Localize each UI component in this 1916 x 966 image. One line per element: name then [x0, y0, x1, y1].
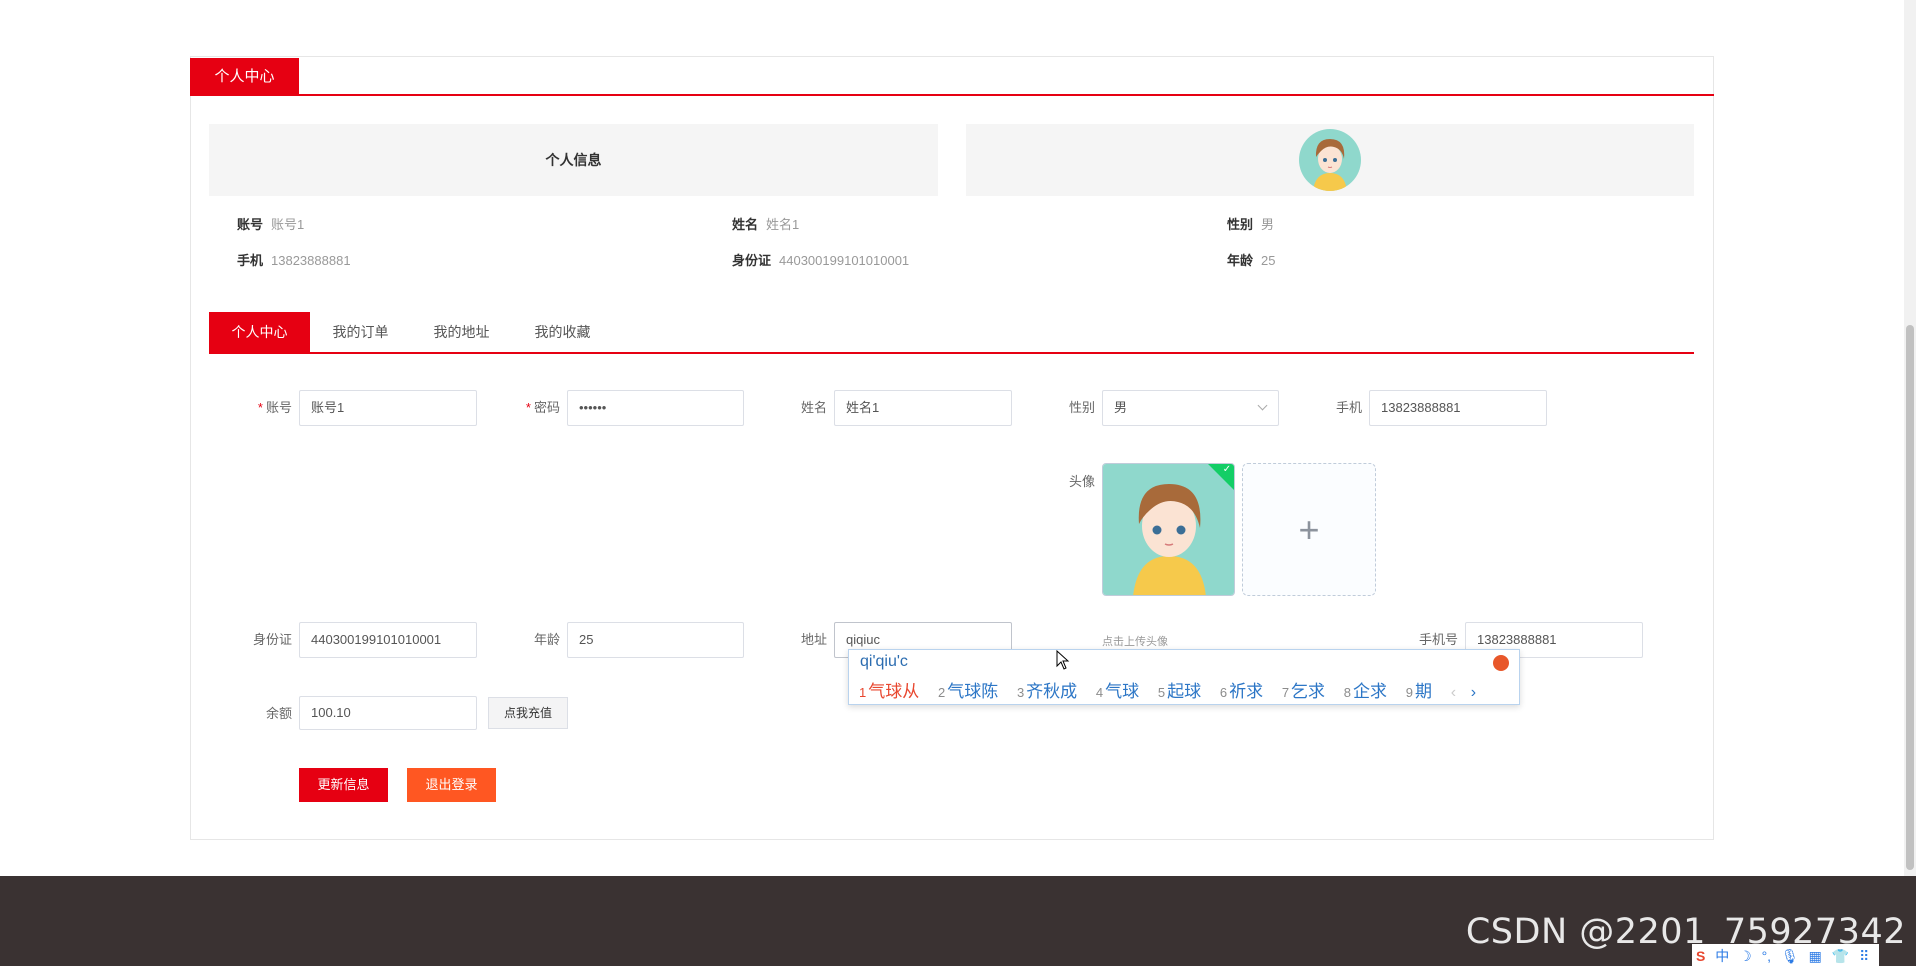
ime-next-page-icon[interactable]: ›	[1471, 684, 1476, 701]
toolbox-icon[interactable]: ⠿	[1859, 948, 1869, 964]
info-age: 年龄 25	[1227, 250, 1275, 269]
panel-title: 个人中心	[190, 58, 299, 96]
gender-select-value: 男	[1114, 400, 1128, 415]
info-account: 账号 账号1	[237, 214, 304, 233]
info-phone: 手机 13823888881	[237, 250, 351, 269]
recharge-button[interactable]: 点我充值	[488, 697, 568, 729]
info-value: 25	[1261, 253, 1276, 268]
personal-info-title: 个人信息	[545, 152, 602, 168]
tab-user-center[interactable]: 个人中心	[209, 312, 310, 352]
mouse-cursor-icon	[1056, 649, 1070, 673]
microphone-icon[interactable]: 🎙	[1781, 948, 1799, 964]
age-input[interactable]: 25	[567, 622, 744, 658]
tab-my-orders[interactable]: 我的订单	[310, 312, 411, 352]
ime-candidate[interactable]: 6 祈求	[1220, 682, 1263, 701]
info-gender: 性别男	[1227, 214, 1274, 233]
ime-candidate[interactable]: 1 气球从	[859, 682, 919, 701]
info-value: 账号1	[271, 217, 305, 232]
personal-info-box: 个人信息	[209, 124, 938, 196]
skin-icon[interactable]: 👕	[1832, 948, 1849, 964]
avatar-upload-preview[interactable]: ✓	[1102, 463, 1235, 596]
tabs-underline	[209, 352, 1694, 354]
info-value: 男	[1261, 217, 1275, 232]
gender-label: 性别	[1068, 400, 1095, 415]
page-scrollbar-thumb[interactable]	[1906, 325, 1914, 870]
ime-candidate-window[interactable]: qi'qiu'c 1 气球从 2 气球陈 3 齐秋成 4 气球 5 起球 6 祈求 7 乞求 …	[848, 649, 1520, 705]
info-value: 440300199101010001	[779, 253, 910, 268]
ime-composition-text: qi'qiu'c	[860, 653, 908, 670]
info-label: 性别	[1227, 217, 1254, 232]
ime-candidate-list: 1 气球从 2 气球陈 3 齐秋成 4 气球 5 起球 6 祈求 7 乞求 8 企求 9期 ‹ …	[859, 677, 1476, 702]
info-label: 身份证	[732, 253, 772, 268]
gender-select[interactable]: 男	[1102, 390, 1279, 426]
account-input[interactable]: 账号1	[299, 390, 477, 426]
ime-candidate[interactable]: 4 气球	[1096, 682, 1139, 701]
tab-my-favorites[interactable]: 我的收藏	[512, 312, 613, 352]
idcard-input[interactable]: 440300199101010001	[299, 622, 477, 658]
ime-toolbar[interactable]: S 中 ☽ °, 🎙 ▦ 👕 ⠿	[1692, 944, 1880, 966]
update-info-button[interactable]: 更新信息	[299, 768, 388, 802]
language-toggle[interactable]: 中	[1715, 948, 1729, 964]
info-value: 13823888881	[271, 253, 351, 268]
idcard-label: 身份证	[252, 632, 292, 647]
ime-candidate[interactable]: 7 乞求	[1282, 682, 1325, 701]
info-name: 姓名 姓名1	[732, 214, 799, 233]
sogou-logo-icon: S	[1696, 948, 1706, 964]
punctuation-icon[interactable]: °,	[1762, 948, 1772, 964]
avatar-label: 头像	[1068, 474, 1095, 489]
info-label: 手机	[237, 253, 264, 268]
ime-logo-icon	[1493, 655, 1509, 671]
ime-prev-page-icon[interactable]: ‹	[1451, 684, 1456, 701]
info-label: 年龄	[1227, 253, 1254, 268]
account-label: * 账号	[257, 400, 292, 415]
phone-label: 手机	[1335, 400, 1362, 415]
info-value: 姓名1	[766, 217, 800, 232]
avatar-upload-tip: 点击上传头像	[1102, 636, 1168, 648]
avatar-upload-add-button[interactable]: +	[1242, 463, 1376, 596]
avatar	[1299, 129, 1361, 191]
ime-candidate[interactable]: 5 起球	[1158, 682, 1201, 701]
age-label: 年龄	[533, 632, 560, 647]
name-input[interactable]: 姓名1	[834, 390, 1012, 426]
info-idcard: 身份证 440300199101010001	[732, 250, 909, 269]
tab-my-addresses[interactable]: 我的地址	[411, 312, 512, 352]
info-label: 姓名	[732, 217, 759, 232]
balance-input[interactable]: 100.10	[299, 696, 477, 730]
phone-input[interactable]: 13823888881	[1369, 390, 1547, 426]
plus-icon: +	[1298, 509, 1320, 550]
ime-candidate[interactable]: 2 气球陈	[938, 682, 998, 701]
ime-candidate[interactable]: 9期	[1406, 682, 1432, 701]
password-input[interactable]: ••••••	[567, 390, 744, 426]
check-icon: ✓	[1222, 463, 1232, 475]
logout-button[interactable]: 退出登录	[407, 768, 496, 802]
password-label: * 密码	[525, 400, 560, 415]
info-label: 账号	[237, 217, 264, 232]
moon-icon[interactable]: ☽	[1739, 948, 1752, 964]
balance-label: 余额	[265, 706, 292, 721]
name-label: 姓名	[800, 400, 827, 415]
address-label: 地址	[800, 632, 827, 647]
ime-candidate[interactable]: 8 企求	[1344, 682, 1387, 701]
ime-candidate[interactable]: 3 齐秋成	[1017, 682, 1077, 701]
chevron-down-icon	[1257, 400, 1268, 411]
panel-header	[190, 56, 1714, 96]
keyboard-icon[interactable]: ▦	[1809, 948, 1822, 964]
avatar-box	[966, 124, 1694, 196]
